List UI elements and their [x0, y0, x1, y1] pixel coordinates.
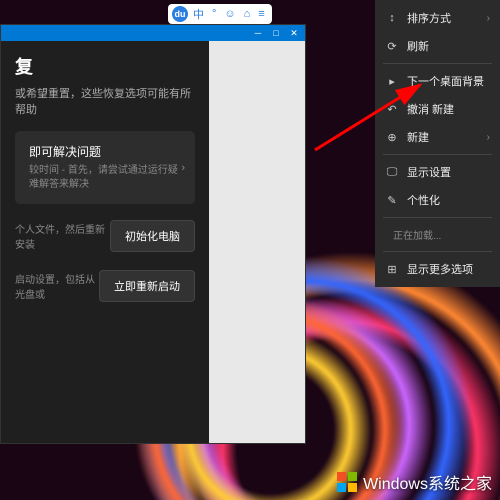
menu-more-options[interactable]: ⊞ 显示更多选项	[375, 255, 500, 283]
menu-sort[interactable]: ↕ 排序方式 ›	[375, 4, 500, 32]
menu-next-wallpaper[interactable]: ▸ 下一个桌面背景	[375, 67, 500, 95]
ime-mode[interactable]: 中	[190, 6, 207, 22]
sort-icon: ↕	[385, 12, 399, 24]
menu-personalize[interactable]: ✎ 个性化	[375, 186, 500, 214]
brush-icon: ✎	[385, 194, 399, 207]
menu-separator	[383, 217, 492, 218]
page-title: 复	[15, 53, 195, 79]
refresh-icon: ⟳	[385, 40, 399, 53]
troubleshoot-card[interactable]: 即可解决问题 较时间 - 首先，请尝试通过运行疑难解答来解决 ›	[15, 131, 195, 204]
arrow-icon: ▸	[385, 75, 399, 88]
close-button[interactable]: ✕	[285, 26, 303, 40]
restart-now-button[interactable]: 立即重新启动	[99, 270, 195, 302]
ime-menu-icon[interactable]: ≡	[255, 8, 267, 20]
ime-tool-icon[interactable]: °	[209, 8, 219, 20]
display-icon: 🖵	[385, 166, 399, 179]
settings-content: 复 或希望重置，这些恢复选项可能有所帮助 即可解决问题 较时间 - 首先，请尝试…	[1, 41, 209, 443]
menu-separator	[383, 154, 492, 155]
settings-window: ─ □ ✕ 复 或希望重置，这些恢复选项可能有所帮助 即可解决问题 较时间 - …	[0, 24, 306, 444]
watermark-text: Windows系统之家	[363, 470, 492, 494]
ime-toolbar: du 中 ° ☺ ⌂ ≡	[168, 4, 272, 24]
desktop-context-menu: ↕ 排序方式 › ⟳ 刷新 ▸ 下一个桌面背景 ↶ 撤消 新建 ⊕ 新建 › 🖵…	[375, 0, 500, 287]
row-desc: 个人文件，然后重新安装	[15, 221, 110, 251]
menu-loading: 正在加载...	[375, 221, 500, 248]
menu-separator	[383, 63, 492, 64]
ime-emoji-icon[interactable]: ☺	[221, 8, 238, 20]
undo-icon: ↶	[385, 103, 399, 116]
chevron-right-icon: ›	[487, 132, 490, 143]
menu-separator	[383, 251, 492, 252]
more-icon: ⊞	[385, 263, 399, 276]
card-desc: 较时间 - 首先，请尝试通过运行疑难解答来解决	[29, 164, 181, 192]
menu-refresh[interactable]: ⟳ 刷新	[375, 32, 500, 60]
windows-logo-icon	[337, 472, 357, 492]
plus-icon: ⊕	[385, 131, 399, 144]
watermark: Windows系统之家	[337, 470, 492, 494]
page-subtitle: 或希望重置，这些恢复选项可能有所帮助	[15, 85, 195, 117]
reset-pc-row: 个人文件，然后重新安装 初始化电脑	[15, 220, 195, 252]
chevron-right-icon: ›	[487, 13, 490, 24]
window-titlebar: ─ □ ✕	[1, 25, 305, 41]
menu-display-settings[interactable]: 🖵 显示设置	[375, 158, 500, 186]
card-title: 即可解决问题	[29, 143, 181, 160]
baidu-ime-logo-icon: du	[172, 6, 188, 22]
reset-pc-button[interactable]: 初始化电脑	[110, 220, 195, 252]
row-desc: 启动设置，包括从光盘或	[15, 271, 99, 301]
maximize-button[interactable]: □	[267, 26, 285, 40]
chevron-right-icon: ›	[181, 162, 185, 174]
advanced-startup-row: 启动设置，包括从光盘或 立即重新启动	[15, 270, 195, 302]
menu-undo[interactable]: ↶ 撤消 新建	[375, 95, 500, 123]
settings-side-panel	[209, 41, 305, 443]
ime-user-icon[interactable]: ⌂	[241, 8, 254, 20]
minimize-button[interactable]: ─	[249, 26, 267, 40]
menu-new[interactable]: ⊕ 新建 ›	[375, 123, 500, 151]
